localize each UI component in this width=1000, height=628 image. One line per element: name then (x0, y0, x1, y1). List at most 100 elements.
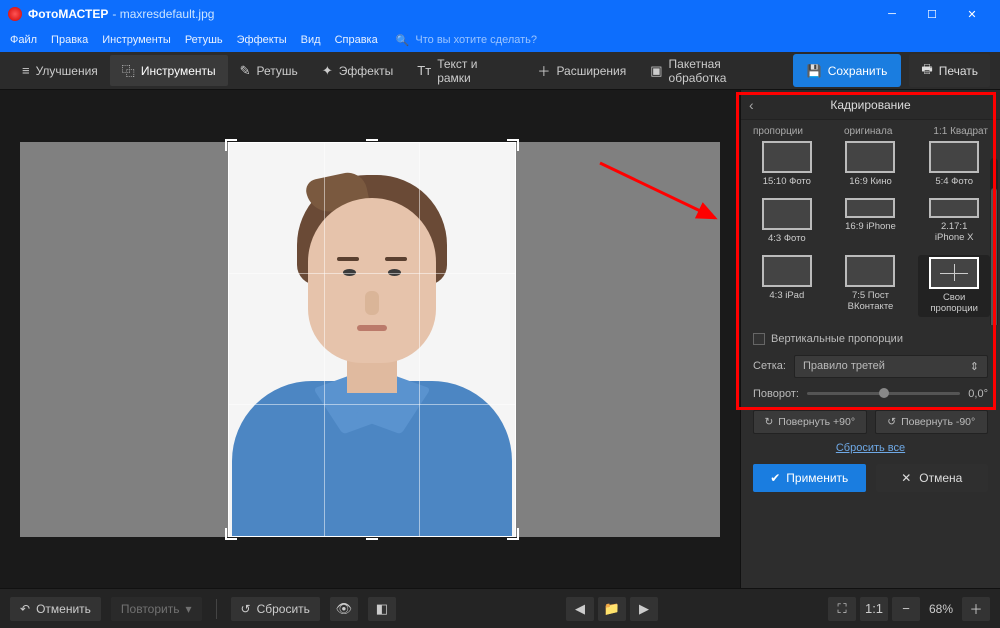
tab-effects[interactable]: ✦Эффекты (310, 57, 405, 85)
preset-iphonex[interactable]: 2.17:1 iPhone X (918, 198, 990, 245)
folder-icon: 📁 (604, 601, 620, 617)
reset-icon: ↺ (241, 602, 251, 616)
grid-select[interactable]: Правило третей ⇕ (794, 355, 988, 378)
menubar: Файл Правка Инструменты Ретушь Эффекты В… (0, 28, 1000, 52)
tab-tools[interactable]: ⿻Инструменты (110, 55, 228, 86)
app-logo-icon (8, 7, 22, 21)
tab-enhance[interactable]: ≡Улучшения (10, 57, 110, 84)
tab-batch[interactable]: ▣Пакетная обработка (638, 51, 793, 91)
preset-16-9[interactable]: 16:9 Кино (835, 141, 907, 188)
rotate-minus90-button[interactable]: ↺Повернуть -90° (875, 410, 989, 434)
preset-top-c: 1:1 Квадрат (933, 126, 988, 137)
menu-retouch[interactable]: Ретушь (179, 32, 229, 48)
preset-area: пропорции оригинала 1:1 Квадрат 15:10 Фо… (741, 120, 1000, 325)
compare-icon: ◧ (376, 601, 388, 617)
undo-icon: ↶ (20, 602, 30, 616)
preset-vk[interactable]: 7:5 Пост ВКонтакте (835, 255, 907, 317)
eye-icon: 👁 (336, 601, 353, 617)
zoom-out-button[interactable]: − (892, 597, 920, 621)
menu-tools[interactable]: Инструменты (96, 32, 177, 48)
menu-view[interactable]: Вид (295, 32, 327, 48)
preset-16-9-iphone[interactable]: 16:9 iPhone (835, 198, 907, 245)
rotate-plus90-button[interactable]: ↻Повернуть +90° (753, 410, 867, 434)
ratio-button[interactable]: 1:1 (860, 597, 888, 621)
floppy-icon: 💾 (807, 64, 822, 78)
menu-effects[interactable]: Эффекты (231, 32, 293, 48)
stack-icon: ▣ (650, 63, 662, 79)
tab-retouch[interactable]: ✎Ретушь (228, 57, 310, 85)
crop-handle-mb[interactable] (366, 528, 378, 540)
plus-icon: ＋ (970, 599, 983, 618)
crop-handle-tr[interactable] (507, 139, 519, 151)
preset-custom[interactable]: Свои пропорции (918, 255, 990, 317)
zoom-value: 68% (924, 602, 958, 616)
grid-label: Сетка: (753, 360, 786, 372)
rotate-ccw-icon: ↺ (887, 416, 896, 428)
file-name: - maxresdefault.jpg (112, 7, 214, 21)
checkbox-icon (753, 333, 765, 345)
crop-handle-tl[interactable] (225, 139, 237, 151)
canvas-area[interactable] (0, 90, 740, 588)
search-icon: 🔍 (396, 34, 410, 47)
menu-help[interactable]: Справка (329, 32, 384, 48)
preset-15-10[interactable]: 15:10 Фото (751, 141, 823, 188)
right-panel: ‹ Кадрирование пропорции оригинала 1:1 К… (740, 90, 1000, 588)
cancel-button[interactable]: ✕Отмена (876, 464, 989, 492)
minus-icon: − (902, 601, 910, 616)
panel-header: ‹ Кадрирование (741, 90, 1000, 120)
vertical-proportions-checkbox[interactable]: Вертикальные пропорции (753, 333, 988, 345)
preset-4-3[interactable]: 4:3 Фото (751, 198, 823, 245)
printer-icon: 🖶 (921, 60, 932, 81)
preset-4-3-ipad[interactable]: 4:3 iPad (751, 255, 823, 317)
fit-icon: ⛶ (837, 601, 846, 617)
redo-button[interactable]: Повторить ▾ (111, 597, 202, 621)
panel-title: Кадрирование (830, 98, 910, 112)
apply-button[interactable]: ✔Применить (753, 464, 866, 492)
check-icon: ✔ (770, 471, 780, 485)
zoom-in-button[interactable]: ＋ (962, 597, 990, 621)
toolbar: ≡Улучшения ⿻Инструменты ✎Ретушь ✦Эффекты… (0, 52, 1000, 90)
search-input[interactable] (415, 34, 595, 46)
rotation-slider[interactable] (807, 392, 960, 395)
chevron-updown-icon: ⇕ (970, 360, 979, 373)
back-button[interactable]: ‹ (749, 97, 754, 113)
undo-button[interactable]: ↶Отменить (10, 597, 101, 621)
x-icon: ✕ (901, 471, 911, 485)
close-button[interactable]: ✕ (952, 0, 992, 28)
tab-text[interactable]: TᴛТекст и рамки (405, 51, 525, 91)
minimize-button[interactable]: ─ (872, 0, 912, 28)
titlebar: ФотоМАСТЕР - maxresdefault.jpg ─ ☐ ✕ (0, 0, 1000, 28)
preset-5-4[interactable]: 5:4 Фото (918, 141, 990, 188)
save-button[interactable]: 💾Сохранить (793, 54, 902, 87)
nav-folder-button[interactable]: 📁 (598, 597, 626, 621)
photo-content (229, 143, 515, 536)
menu-file[interactable]: Файл (4, 32, 43, 48)
preset-scrollbar[interactable] (990, 158, 998, 325)
nav-next-button[interactable]: ▶ (630, 597, 658, 621)
sparkle-icon: ✦ (322, 63, 333, 79)
crop-handle-mt[interactable] (366, 139, 378, 151)
preset-top-b: оригинала (844, 126, 892, 137)
nav-prev-button[interactable]: ◀ (566, 597, 594, 621)
rotation-label: Поворот: (753, 388, 799, 400)
eye-toggle-button[interactable]: 👁 (330, 597, 358, 621)
menu-edit[interactable]: Правка (45, 32, 94, 48)
brush-icon: ✎ (240, 63, 251, 79)
rotate-cw-icon: ↻ (764, 416, 773, 428)
tab-extensions[interactable]: ＋Расширения (525, 55, 638, 86)
text-icon: Tᴛ (417, 63, 431, 78)
print-button[interactable]: 🖶Печать (909, 54, 990, 87)
bottombar: ↶Отменить Повторить ▾ ↺Сбросить 👁 ◧ ◀ 📁 … (0, 588, 1000, 628)
plus-icon: ＋ (537, 61, 550, 80)
reset-button[interactable]: ↺Сбросить (231, 597, 320, 621)
crop-selection[interactable] (228, 142, 516, 537)
reset-all-link[interactable]: Сбросить все (753, 442, 988, 454)
maximize-button[interactable]: ☐ (912, 0, 952, 28)
crop-handle-br[interactable] (507, 528, 519, 540)
crop-handle-bl[interactable] (225, 528, 237, 540)
sliders-icon: ≡ (22, 63, 30, 78)
compare-button[interactable]: ◧ (368, 597, 396, 621)
chevron-down-icon: ▾ (185, 602, 191, 616)
preset-top-a: пропорции (753, 126, 803, 137)
fit-screen-button[interactable]: ⛶ (828, 597, 856, 621)
